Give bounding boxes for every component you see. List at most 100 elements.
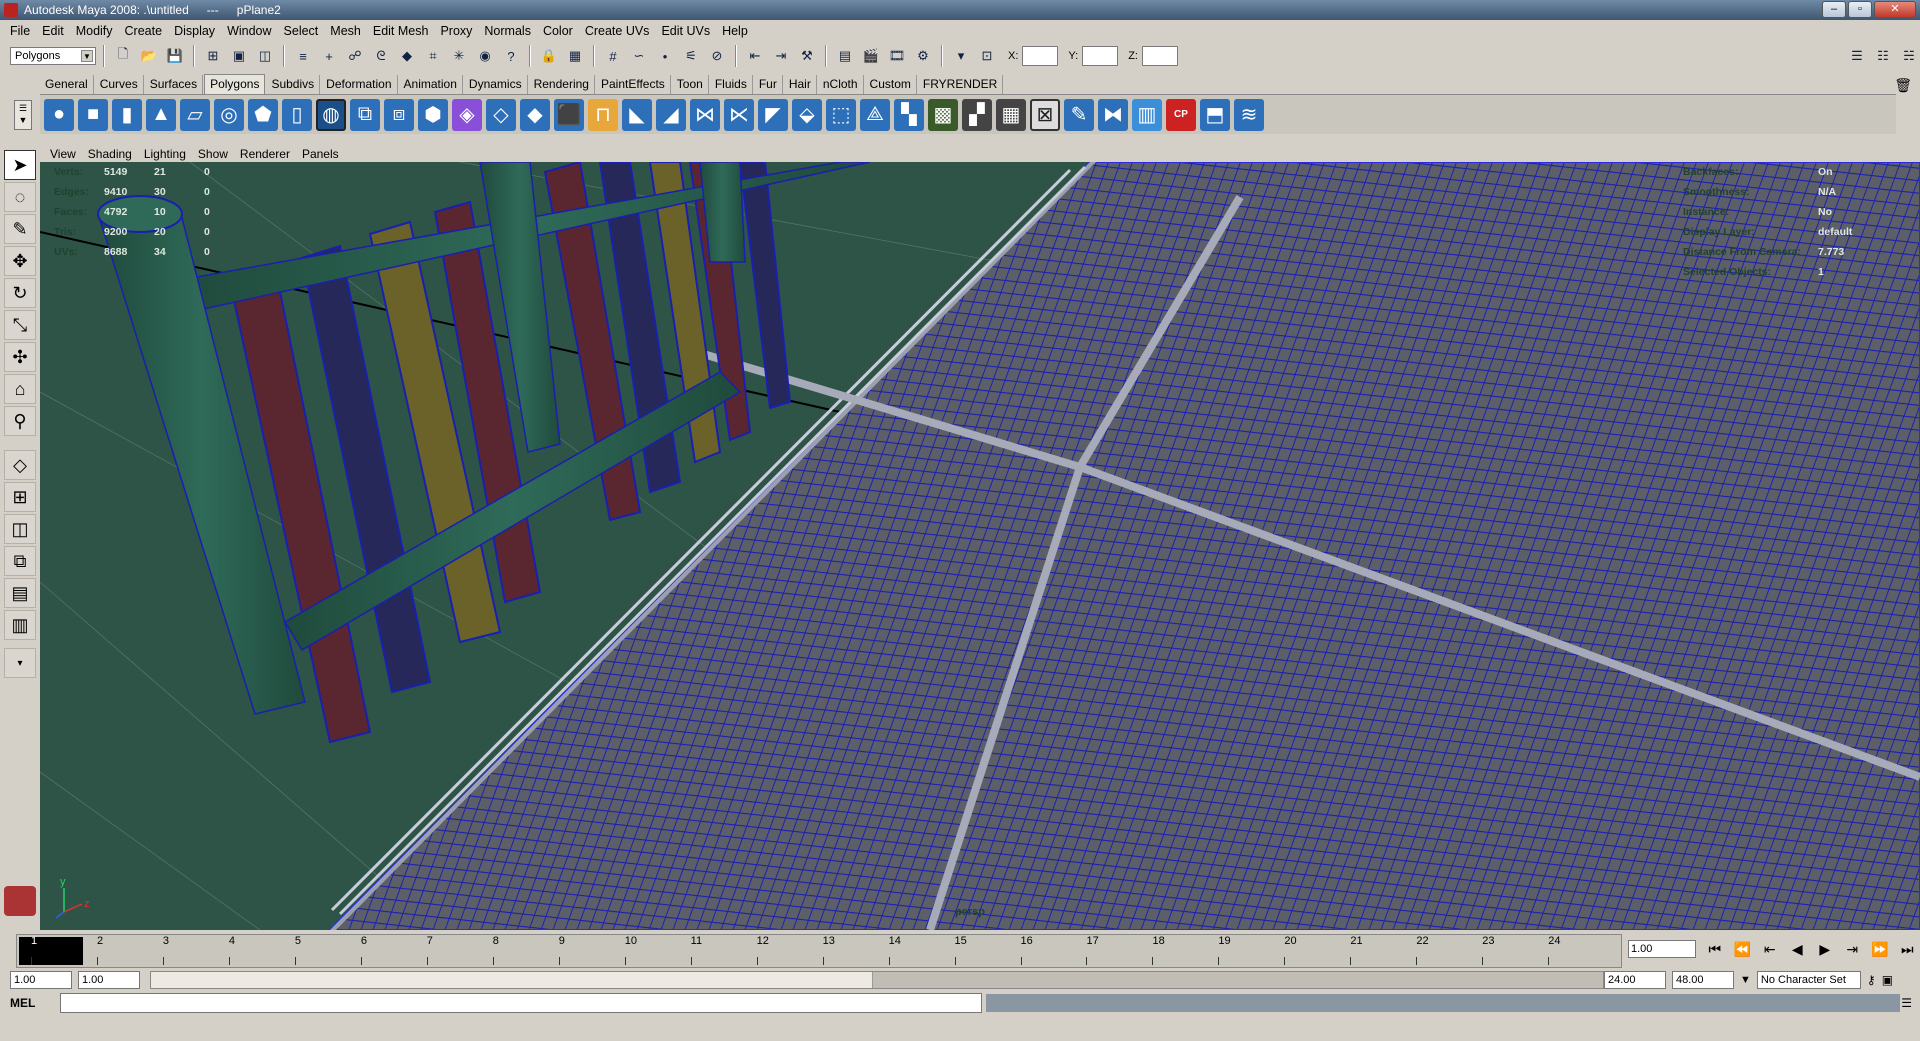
z-field[interactable] — [1141, 46, 1178, 66]
select-deformations-icon[interactable]: ⌗ — [422, 45, 444, 67]
merge-icon[interactable]: ⬙ — [792, 98, 822, 131]
time-slider[interactable]: 1 2 3 4 5 6 7 8 9 10 11 12 13 14 15 16 17 18 19 20 21 22 23 24 — [16, 934, 1622, 968]
go-to-end-icon[interactable]: ⏭ — [1895, 938, 1920, 960]
automatic-mapping-icon[interactable]: ▞ — [962, 98, 992, 131]
save-scene-icon[interactable]: 💾 — [164, 45, 186, 67]
tab-subdivs[interactable]: Subdivs — [266, 75, 321, 94]
shelf-menu-button[interactable]: ☰ ▼ — [14, 100, 32, 130]
minimize-button[interactable]: – — [1822, 1, 1846, 18]
reduce-icon[interactable]: ⊠ — [1030, 98, 1060, 131]
tab-animation[interactable]: Animation — [399, 75, 463, 94]
persp-graph-hypergraph-layout-icon[interactable]: ▥ — [4, 610, 36, 640]
new-scene-icon[interactable]: 🗋 — [112, 45, 134, 67]
output-ops-icon[interactable]: ⇥ — [770, 45, 792, 67]
poly-prism-icon[interactable]: ⬟ — [248, 98, 278, 131]
render-frame-icon[interactable]: 🎬 — [860, 45, 882, 67]
poly-pipe-icon[interactable]: ▯ — [282, 98, 312, 131]
tab-toon[interactable]: Toon — [672, 75, 709, 94]
input-ops-icon[interactable]: ⇤ — [744, 45, 766, 67]
offset-edge-loop-icon[interactable]: ⋉ — [724, 98, 754, 131]
play-backwards-icon[interactable]: ◀ — [1785, 938, 1811, 960]
combine-icon[interactable]: ⧉ — [350, 98, 380, 131]
snap-to-point-icon[interactable]: • — [654, 45, 676, 67]
four-view-layout-icon[interactable]: ⊞ — [4, 482, 36, 512]
panel-menu-lighting[interactable]: Lighting — [138, 147, 192, 161]
tab-curves[interactable]: Curves — [95, 75, 144, 94]
tab-hair[interactable]: Hair — [784, 75, 817, 94]
bevel-icon[interactable]: ◤ — [758, 98, 788, 131]
menu-edit-mesh[interactable]: Edit Mesh — [367, 24, 435, 38]
step-forward-key-icon[interactable]: ⏩ — [1867, 938, 1893, 960]
lasso-tool-icon[interactable]: ◌ — [4, 182, 36, 212]
input-field-mode-icon[interactable]: ▾ — [950, 45, 972, 67]
menu-help[interactable]: Help — [716, 24, 754, 38]
insert-edge-loop-icon[interactable]: ⋈ — [690, 98, 720, 131]
absolute-transform-icon[interactable]: ⊡ — [976, 45, 998, 67]
menu-proxy[interactable]: Proxy — [434, 24, 478, 38]
more-layouts-icon[interactable]: ▾ — [4, 648, 36, 678]
separate-icon[interactable]: ⧈ — [384, 98, 414, 131]
menu-window[interactable]: Window — [221, 24, 277, 38]
tab-painteffects[interactable]: PaintEffects — [596, 75, 671, 94]
snap-to-curve-icon[interactable]: ∽ — [628, 45, 650, 67]
maximize-button[interactable]: ▫ — [1848, 1, 1872, 18]
poly-stack-icon[interactable]: ≋ — [1234, 98, 1264, 131]
lock-selection-icon[interactable]: 🔒 — [538, 45, 560, 67]
scale-tool-icon[interactable]: ⤡ — [4, 310, 36, 340]
trash-icon[interactable]: 🗑 — [1894, 77, 1912, 94]
x-field[interactable] — [1022, 46, 1059, 66]
selection-mask-icon[interactable]: ≡ — [292, 45, 314, 67]
menu-color[interactable]: Color — [537, 24, 579, 38]
poly-plane-icon[interactable]: ▱ — [180, 98, 210, 131]
maya-logo-icon[interactable] — [4, 886, 36, 916]
menu-create[interactable]: Create — [119, 24, 169, 38]
show-manipulator-icon[interactable]: ⚲ — [4, 406, 36, 436]
planar-mapping-icon[interactable]: ▩ — [928, 98, 958, 131]
persp-outliner-layout-icon[interactable]: ◫ — [4, 514, 36, 544]
highlight-selection-icon[interactable]: ▦ — [564, 45, 586, 67]
start-time-field[interactable]: 1.00 — [10, 971, 72, 989]
anim-end-field[interactable]: 48.00 — [1672, 971, 1734, 989]
panel-menu-show[interactable]: Show — [192, 147, 234, 161]
step-back-key-icon[interactable]: ⏪ — [1730, 938, 1756, 960]
sculpt-tool-icon[interactable]: ⟁ — [860, 98, 890, 131]
panel-menu-renderer[interactable]: Renderer — [234, 147, 296, 161]
menu-edit-uvs[interactable]: Edit UVs — [655, 24, 716, 38]
menu-edit[interactable]: Edit — [36, 24, 70, 38]
menu-select[interactable]: Select — [278, 24, 325, 38]
menu-mesh[interactable]: Mesh — [324, 24, 367, 38]
step-back-frame-icon[interactable]: ⇤ — [1757, 938, 1783, 960]
render-settings-icon[interactable]: ⚙ — [912, 45, 934, 67]
channel-box-icon[interactable]: ☵ — [1898, 45, 1920, 67]
tab-fryrender[interactable]: FRYRENDER — [918, 75, 1004, 94]
select-tool-icon[interactable]: ➤ — [4, 150, 36, 180]
fill-hole-icon[interactable]: ⬚ — [826, 98, 856, 131]
soft-modification-icon[interactable]: ⌂ — [4, 374, 36, 404]
uv-texture-editor-icon[interactable]: ▦ — [996, 98, 1026, 131]
cp-script-icon[interactable]: CP — [1166, 98, 1196, 131]
tab-polygons[interactable]: Polygons — [204, 74, 266, 94]
quadrangulate-icon[interactable]: ⬒ — [1200, 98, 1230, 131]
character-set-field[interactable]: No Character Set — [1756, 971, 1861, 989]
perspective-viewport[interactable]: Verts: 5149 21 0 Edges: 9410 30 0 Faces:… — [40, 162, 1920, 930]
menu-set-dropdown[interactable]: Polygons ▼ — [10, 47, 96, 65]
snap-to-plane-icon[interactable]: ⚟ — [680, 45, 702, 67]
tab-rendering[interactable]: Rendering — [529, 75, 595, 94]
tab-fur[interactable]: Fur — [754, 75, 783, 94]
rotate-tool-icon[interactable]: ↻ — [4, 278, 36, 308]
tab-fluids[interactable]: Fluids — [710, 75, 753, 94]
attribute-editor-icon[interactable]: ☰ — [1846, 45, 1868, 67]
poly-cone-icon[interactable]: ▲ — [146, 98, 176, 131]
checker-uv-icon[interactable]: ▚ — [894, 98, 924, 131]
select-by-hierarchy-icon[interactable]: ⊞ — [202, 45, 224, 67]
menu-modify[interactable]: Modify — [70, 24, 119, 38]
select-handles-icon[interactable]: + — [318, 45, 340, 67]
play-forwards-icon[interactable]: ▶ — [1812, 938, 1838, 960]
bridge-icon[interactable]: ⊓ — [588, 98, 618, 131]
split-polygon-icon[interactable]: ◢ — [656, 98, 686, 131]
command-input[interactable] — [60, 993, 982, 1013]
smooth-icon[interactable]: ◈ — [452, 98, 482, 131]
panel-menu-shading[interactable]: Shading — [82, 147, 138, 161]
tab-dynamics[interactable]: Dynamics — [464, 75, 528, 94]
tab-surfaces[interactable]: Surfaces — [145, 75, 204, 94]
